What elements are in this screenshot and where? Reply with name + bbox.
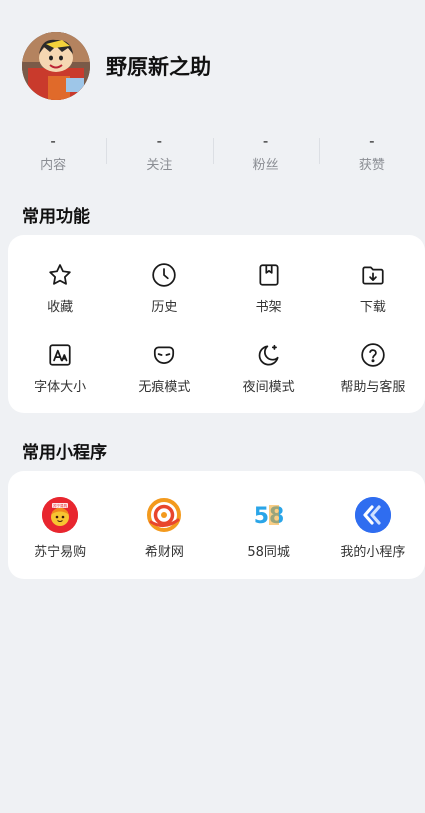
- my-mini-programs-button[interactable]: 我的小程序: [321, 471, 425, 579]
- incognito-button[interactable]: 无痕模式: [112, 319, 216, 399]
- favorites-label: 收藏: [47, 300, 74, 315]
- my-mini-programs-label: 我的小程序: [340, 545, 406, 560]
- stats-bar: - 内容 - 关注 - 粉丝 - 获赞: [0, 132, 425, 176]
- functions-card: 收藏 历史 书架 下载 字体大小 无痕模式 夜间模式 帮助与客服: [8, 235, 425, 413]
- font-size-label: 字体大小: [34, 380, 87, 395]
- moon-icon: [255, 341, 283, 369]
- clock-icon: [150, 261, 178, 289]
- font-size-icon: [46, 341, 74, 369]
- font-size-button[interactable]: 字体大小: [8, 319, 112, 399]
- mini-programs-card: 苏宁易购 苏宁易购 希财网 58同城 我的小程序: [8, 471, 425, 579]
- username: 野原新之助: [106, 55, 211, 79]
- 58-tongcheng-button[interactable]: 58 58同城: [217, 471, 321, 579]
- stat-value: -: [156, 132, 163, 150]
- star-icon: [46, 261, 74, 289]
- suning-button[interactable]: 苏宁易购 苏宁易购: [8, 471, 112, 579]
- stat-value: -: [262, 132, 269, 150]
- help-label: 帮助与客服: [340, 380, 406, 395]
- xicai-icon: [146, 497, 182, 533]
- downloads-label: 下载: [359, 300, 386, 315]
- stat-label: 关注: [146, 158, 173, 173]
- xicai-label: 希财网: [144, 545, 184, 560]
- stat-following[interactable]: - 关注: [106, 132, 212, 176]
- history-label: 历史: [151, 300, 178, 315]
- night-mode-label: 夜间模式: [242, 380, 295, 395]
- download-folder-icon: [359, 261, 387, 289]
- stat-likes[interactable]: - 获赞: [318, 132, 425, 176]
- bookshelf-button[interactable]: 书架: [217, 239, 321, 319]
- help-button[interactable]: 帮助与客服: [321, 319, 425, 399]
- bookshelf-icon: [255, 261, 283, 289]
- my-mini-program-icon: [354, 497, 391, 533]
- 58-icon: 58: [251, 497, 287, 533]
- night-mode-button[interactable]: 夜间模式: [217, 319, 321, 399]
- stat-label: 内容: [40, 158, 67, 173]
- suning-badge-text: 苏宁易购: [53, 503, 68, 508]
- incognito-label: 无痕模式: [138, 380, 191, 395]
- avatar-image: [22, 32, 90, 100]
- incognito-mask-icon: [150, 341, 178, 369]
- bookshelf-label: 书架: [255, 300, 282, 315]
- avatar[interactable]: [22, 32, 90, 100]
- xicai-button[interactable]: 希财网: [112, 471, 216, 579]
- downloads-button[interactable]: 下载: [321, 239, 425, 319]
- functions-section-title: 常用功能: [22, 207, 90, 227]
- help-icon: [359, 341, 387, 369]
- suning-label: 苏宁易购: [34, 545, 87, 560]
- stat-followers[interactable]: - 粉丝: [212, 132, 319, 176]
- 58-tongcheng-label: 58同城: [247, 545, 290, 560]
- stat-value: -: [369, 132, 375, 150]
- history-button[interactable]: 历史: [112, 239, 216, 319]
- stat-label: 获赞: [358, 158, 385, 173]
- profile-header[interactable]: 野原新之助: [22, 32, 211, 100]
- stat-label: 粉丝: [252, 158, 279, 173]
- mini-programs-section-title: 常用小程序: [22, 443, 107, 463]
- stat-content[interactable]: - 内容: [0, 132, 106, 176]
- stat-value: -: [50, 132, 56, 150]
- favorites-button[interactable]: 收藏: [8, 239, 112, 319]
- suning-icon: 苏宁易购: [42, 497, 79, 533]
